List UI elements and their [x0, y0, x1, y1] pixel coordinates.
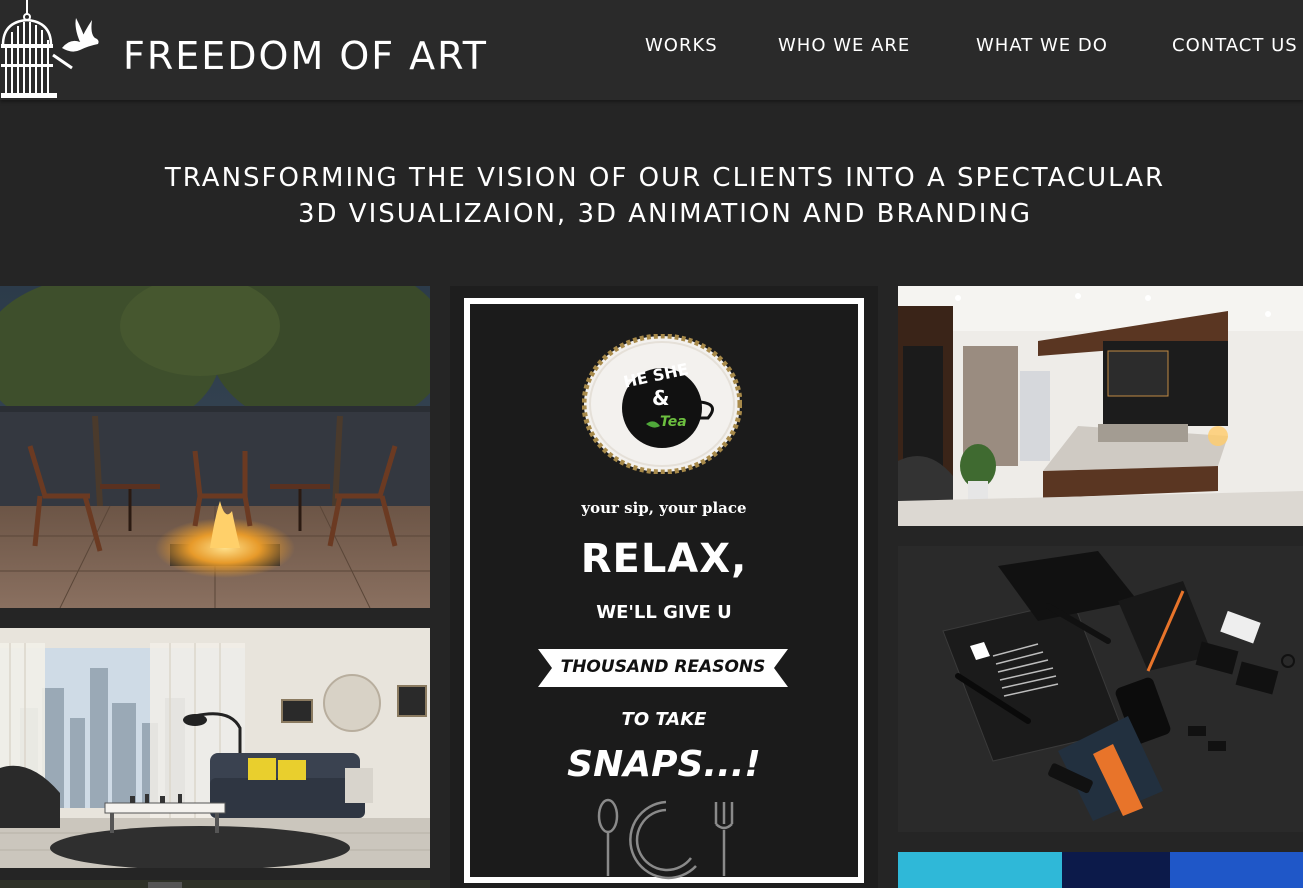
patio-render-image	[0, 286, 430, 608]
bottom-left-strip-accent	[148, 882, 182, 888]
portfolio-tile-poster[interactable]: HE SHE & Tea your sip, your place RELAX,…	[450, 286, 878, 888]
portfolio-tile-living-room[interactable]	[0, 628, 430, 868]
portfolio-tile-branding[interactable]	[898, 546, 1303, 832]
poster-relax: RELAX,	[580, 536, 748, 582]
partial-tile-image	[898, 852, 1303, 888]
portfolio-tile-bedroom[interactable]	[898, 286, 1303, 526]
nav-contact-us[interactable]: CONTACT US	[1172, 35, 1298, 56]
nav-works[interactable]: WORKS	[645, 35, 718, 56]
site-header: FREEDOM OF ART WORKS WHO WE ARE WHAT WE …	[0, 0, 1303, 100]
logo-text-tea: Tea	[660, 414, 687, 430]
cutlery-plate-icon	[597, 798, 734, 880]
poster-frame: HE SHE & Tea your sip, your place RELAX,…	[464, 298, 864, 883]
portfolio-tile-partial[interactable]	[898, 852, 1303, 888]
hero-line-1: TRANSFORMING THE VISION OF OUR CLIENTS I…	[164, 163, 1166, 193]
hero-line-2: 3D VISUALIZAION, 3D ANIMATION AND BRANDI…	[297, 199, 1032, 229]
nav-what-we-do[interactable]: WHAT WE DO	[976, 35, 1108, 56]
nav-who-we-are[interactable]: WHO WE ARE	[778, 35, 910, 56]
poster-tagline: your sip, your place	[581, 499, 747, 517]
poster-give-text: WE'LL GIVE U	[596, 602, 732, 623]
portfolio-tile-patio[interactable]	[0, 286, 430, 608]
brand-name[interactable]: FREEDOM OF ART	[123, 34, 488, 78]
branding-mockup-image	[898, 546, 1303, 832]
poster-take-text: TO TAKE	[621, 709, 707, 730]
living-room-render-image	[0, 628, 430, 868]
bottom-left-strip	[0, 880, 430, 888]
birdcage-logo-icon[interactable]	[0, 0, 110, 100]
poster-ribbon-text: THOUSAND REASONS	[560, 657, 766, 677]
logo-text-amp: &	[652, 386, 670, 410]
hero-tagline: TRANSFORMING THE VISION OF OUR CLIENTS I…	[0, 160, 1303, 232]
poster-snaps: SNAPS...!	[567, 744, 761, 785]
bedroom-render-image	[898, 286, 1303, 526]
